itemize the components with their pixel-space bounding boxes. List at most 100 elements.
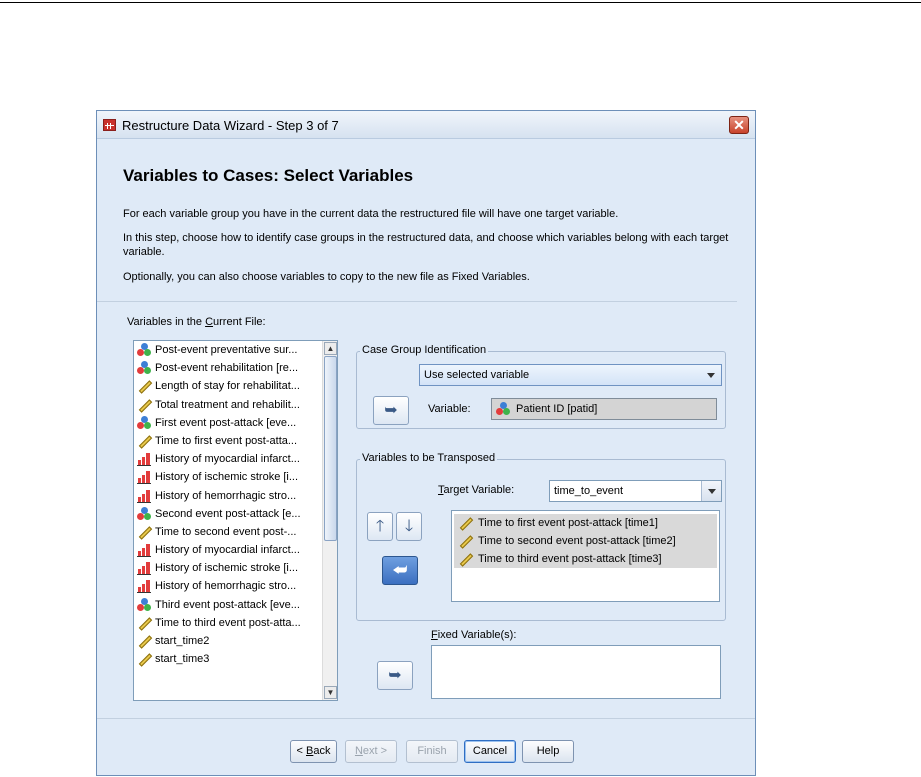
title-bar: Restructure Data Wizard - Step 3 of 7 ✕ <box>97 111 755 139</box>
scale-icon <box>137 652 153 667</box>
list-item-label: History of ischemic stroke [i... <box>155 471 299 484</box>
move-fixed-variable-button[interactable]: ➥ <box>377 661 413 690</box>
nominal-icon <box>137 597 152 612</box>
scale-icon <box>458 516 474 531</box>
footer-separator <box>97 718 755 719</box>
list-item-label: History of ischemic stroke [i... <box>155 562 299 575</box>
list-item[interactable]: History of hemorrhagic stro... <box>134 577 322 595</box>
list-item[interactable]: Third event post-attack [eve... <box>134 596 322 614</box>
nominal-icon <box>137 415 152 430</box>
list-item[interactable]: start_time2 <box>134 632 322 650</box>
case-group-method-select[interactable]: Use selected variable <box>419 364 722 386</box>
chevron-down-icon[interactable] <box>701 481 721 501</box>
close-button[interactable]: ✕ <box>729 116 749 134</box>
list-item-label: Length of stay for rehabilitat... <box>155 380 300 393</box>
transposed-variables-list[interactable]: Time to first event post-attack [time1] T… <box>451 510 720 602</box>
intro-text-2: In this step, choose how to identify cas… <box>123 232 729 258</box>
list-item-label: History of myocardial infarct... <box>155 544 300 557</box>
list-item[interactable]: Time to second event post-... <box>134 523 322 541</box>
list-item[interactable]: Time to third event post-atta... <box>134 614 322 632</box>
data-editor-icon <box>103 119 116 131</box>
target-variable-select[interactable]: time_to_event <box>549 480 722 502</box>
scale-icon <box>137 379 153 395</box>
case-group-variable-field[interactable]: Patient ID [patid] <box>491 398 717 420</box>
top-rule <box>0 2 921 3</box>
window-title: Restructure Data Wizard - Step 3 of 7 <box>122 118 339 133</box>
next-button[interactable]: Next > <box>345 740 397 763</box>
ordinal-icon <box>137 561 152 576</box>
list-scrollbar[interactable]: ▲ ▼ <box>322 341 337 700</box>
list-item-label: start_time3 <box>155 653 210 666</box>
list-item-label: Time to third event post-atta... <box>155 616 301 629</box>
list-item-label: First event post-attack [eve... <box>155 416 297 429</box>
target-variable-label: Target Variable: <box>438 484 515 496</box>
list-item[interactable]: Second event post-attack [e... <box>134 505 322 523</box>
transposed-list-item[interactable]: Time to second event post-attack [time2] <box>454 532 717 550</box>
transposed-item-label: Time to first event post-attack [time1] <box>478 517 658 529</box>
list-item[interactable]: History of hemorrhagic stro... <box>134 487 322 505</box>
transposed-list-item[interactable]: Time to third event post-attack [time3] <box>454 550 717 568</box>
list-item-label: Time to second event post-... <box>155 525 297 538</box>
finish-button[interactable]: Finish <box>406 740 458 763</box>
list-item-label: History of myocardial infarct... <box>155 453 300 466</box>
list-item[interactable]: History of ischemic stroke [i... <box>134 559 322 577</box>
transposed-legend: Variables to be Transposed <box>360 452 498 464</box>
scale-icon <box>137 634 153 649</box>
list-item-label: History of hemorrhagic stro... <box>155 580 297 593</box>
arrow-right-icon: ➥ <box>384 402 398 419</box>
transposed-items: Time to first event post-attack [time1] T… <box>452 511 719 568</box>
list-item[interactable]: History of myocardial infarct... <box>134 541 322 559</box>
current-file-label: Variables in the Current File: <box>127 316 266 328</box>
arrow-left-icon: ⮨ <box>392 562 408 579</box>
intro-text-3: Optionally, you can also choose variable… <box>123 271 530 283</box>
list-item-label: Post-event preventative sur... <box>155 344 298 356</box>
case-group-legend: Case Group Identification <box>360 344 489 356</box>
transposed-list-item[interactable]: Time to first event post-attack [time1] <box>454 514 717 532</box>
list-item[interactable]: First event post-attack [eve... <box>134 414 322 432</box>
current-file-items: Post-event preventative sur... Post-event… <box>134 341 322 668</box>
page-title: Variables to Cases: Select Variables <box>123 166 414 185</box>
id-variable-icon <box>496 402 511 416</box>
list-item[interactable]: History of myocardial infarct... <box>134 450 322 468</box>
ordinal-icon <box>137 579 152 594</box>
scale-icon <box>137 398 153 413</box>
case-group-method-value: Use selected variable <box>424 369 530 381</box>
back-button[interactable]: < Back <box>290 740 337 763</box>
scale-icon <box>137 616 153 631</box>
list-item[interactable]: Time to first event post-atta... <box>134 432 322 450</box>
move-down-button[interactable]: 🡓 <box>396 512 422 541</box>
help-button[interactable]: Help <box>522 740 574 763</box>
restructure-wizard-dialog: Restructure Data Wizard - Step 3 of 7 ✕ … <box>96 110 756 776</box>
scroll-up-icon[interactable]: ▲ <box>324 342 337 355</box>
target-variable-value: time_to_event <box>554 485 624 497</box>
scale-icon <box>137 525 153 540</box>
cancel-button[interactable]: Cancel <box>464 740 516 763</box>
nominal-icon <box>137 343 152 357</box>
nominal-icon <box>137 506 152 521</box>
list-item-label: History of hemorrhagic stro... <box>155 489 297 502</box>
move-case-group-variable-button[interactable]: ➥ <box>373 396 409 425</box>
header-separator <box>97 301 737 302</box>
ordinal-icon <box>137 489 152 503</box>
move-transposed-variable-back-button[interactable]: ⮨ <box>382 556 418 585</box>
nominal-icon <box>137 361 152 375</box>
move-up-button[interactable]: 🡑 <box>367 512 393 541</box>
ordinal-icon <box>137 470 152 485</box>
list-item-label: Time to first event post-atta... <box>155 434 298 447</box>
current-file-variables-list[interactable]: Post-event preventative sur... Post-event… <box>133 340 338 701</box>
scale-icon <box>458 534 474 549</box>
arrow-right-icon: ➥ <box>388 667 402 684</box>
scroll-thumb[interactable] <box>324 356 337 541</box>
list-item[interactable]: Post-event preventative sur... <box>134 341 322 359</box>
list-item[interactable]: start_time3 <box>134 650 322 668</box>
fixed-variables-list[interactable] <box>431 645 721 699</box>
scale-icon <box>137 434 153 449</box>
scroll-down-icon[interactable]: ▼ <box>324 686 337 699</box>
list-item[interactable]: Length of stay for rehabilitat... <box>134 377 322 395</box>
scale-icon <box>458 552 474 567</box>
list-item-label: Post-event rehabilitation [re... <box>155 362 299 375</box>
list-item[interactable]: History of ischemic stroke [i... <box>134 468 322 486</box>
list-item[interactable]: Post-event rehabilitation [re... <box>134 359 322 377</box>
list-item[interactable]: Total treatment and rehabilit... <box>134 396 322 414</box>
chevron-down-icon[interactable] <box>701 365 721 385</box>
